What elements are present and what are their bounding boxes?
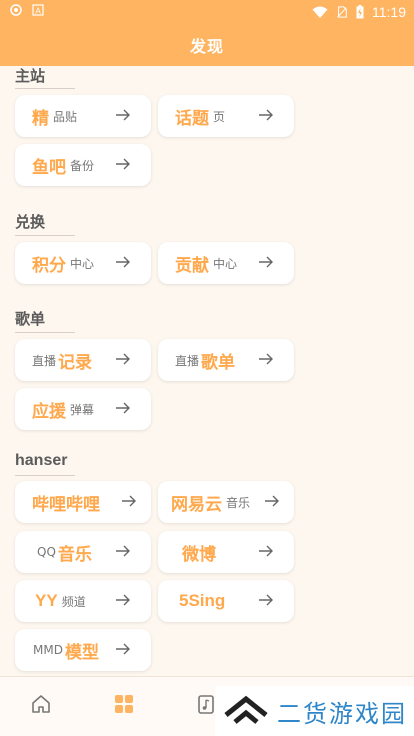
arrow-right-icon: [116, 256, 130, 268]
section-divider: [15, 475, 75, 476]
section-divider: [15, 235, 75, 236]
arrow-right-icon: [259, 545, 273, 557]
watermark: 二货游戏园: [215, 686, 414, 736]
arrow-right-icon: [116, 643, 130, 655]
section-divider: [15, 88, 75, 89]
chip-live-songlist[interactable]: 直播 歌单: [158, 339, 294, 381]
music-icon: [198, 695, 214, 714]
arrow-right-icon: [116, 158, 130, 170]
page-title: 发现: [189, 37, 224, 56]
section-divider: [15, 332, 75, 333]
chip-support-danmaku[interactable]: 应援 弹幕: [15, 388, 151, 430]
chip-fishbar-backup[interactable]: 鱼吧 备份: [15, 144, 151, 186]
arrow-right-icon: [259, 353, 273, 365]
chip-topic[interactable]: 话题页: [158, 95, 294, 137]
section-title: hanser: [15, 452, 68, 469]
chip-contribution-center[interactable]: 贡献 中心: [158, 242, 294, 284]
chip-bilibili[interactable]: 哔哩哔哩: [15, 481, 151, 523]
section-title: 主站: [15, 67, 46, 85]
watermark-logo-icon: [224, 695, 268, 724]
nav-home[interactable]: [30, 693, 54, 717]
arrow-right-icon: [259, 109, 273, 121]
arrow-right-icon: [265, 495, 279, 507]
svg-text:A: A: [35, 7, 41, 16]
battery-charging-icon: [356, 5, 364, 19]
arrow-right-icon: [259, 594, 273, 606]
chip-jingpin[interactable]: 精品贴: [15, 95, 151, 137]
arrow-right-icon: [116, 594, 130, 606]
arrow-right-icon: [116, 402, 130, 414]
chip-yy-channel[interactable]: YY 频道: [15, 580, 151, 622]
discover-grid-icon: [115, 695, 133, 713]
chip-live-records[interactable]: 直播 记录: [15, 339, 151, 381]
app-a-icon: A: [32, 4, 44, 16]
watermark-text: 二货游戏园: [277, 699, 407, 728]
arrow-right-icon: [116, 353, 130, 365]
arrow-right-icon: [116, 545, 130, 557]
no-sim-icon: [337, 6, 347, 18]
chip-netease-music[interactable]: 网易云 音乐: [158, 481, 294, 523]
chip-mmd-model[interactable]: MMD 模型: [15, 629, 151, 671]
notification-icon: [10, 4, 22, 16]
arrow-right-icon: [259, 256, 273, 268]
arrow-right-icon: [116, 109, 130, 121]
arrow-right-icon: [122, 495, 136, 507]
home-icon: [32, 695, 50, 713]
discover-content[interactable]: 主站 精品贴 话题页 鱼吧 备份 兑换 积分 中心 贡献 中心 歌单 直播 记录 直播歌…: [0, 66, 414, 676]
section-title: 兑换: [15, 213, 46, 231]
status-time: 11:19: [372, 4, 406, 20]
nav-discover[interactable]: [113, 693, 137, 717]
chip-qq-music[interactable]: QQ 音乐: [15, 531, 151, 573]
wifi-icon: [312, 6, 328, 18]
status-bar: A 11:19: [0, 0, 414, 24]
chip-points-center[interactable]: 积分 中心: [15, 242, 151, 284]
chip-5sing[interactable]: 5Sing: [158, 580, 294, 622]
chip-weibo[interactable]: 微博: [158, 531, 294, 573]
app-bar: 发现: [0, 24, 414, 66]
section-title: 歌单: [15, 310, 46, 328]
